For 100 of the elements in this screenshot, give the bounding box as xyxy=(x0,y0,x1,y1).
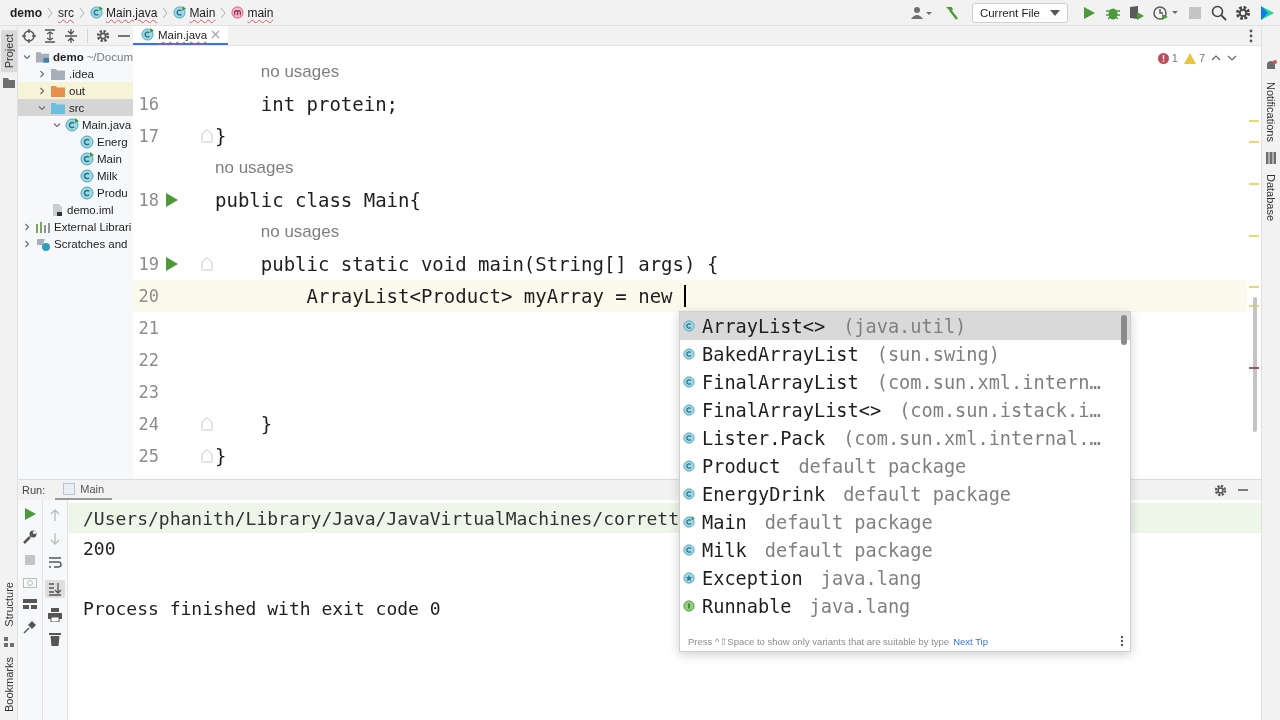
class-icon xyxy=(683,460,695,472)
tree-item[interactable]: Produ xyxy=(18,184,133,201)
line-number: 25 xyxy=(137,446,159,466)
text-caret xyxy=(684,285,686,307)
tree-item[interactable]: Energ xyxy=(18,133,133,150)
rerun-icon[interactable] xyxy=(24,508,36,520)
scrollbar-thumb[interactable] xyxy=(1121,315,1127,345)
class-icon xyxy=(683,376,695,388)
usage-hint[interactable]: no usages xyxy=(260,222,340,242)
completion-item[interactable]: FinalArrayList (com.sun.xml.intern… xyxy=(680,368,1130,396)
line-number: 24 xyxy=(137,414,159,434)
error-count[interactable]: 1 xyxy=(1157,52,1178,64)
breadcrumb-separator-icon xyxy=(79,6,85,19)
camera-icon[interactable] xyxy=(23,576,37,588)
tree-item[interactable]: demo.iml xyxy=(18,201,133,218)
code-line: } xyxy=(215,125,227,147)
run-tab[interactable]: Main xyxy=(55,480,113,500)
runnable-class-icon xyxy=(683,516,695,528)
usage-hint[interactable]: no usages xyxy=(260,62,340,82)
warning-count[interactable]: 7 xyxy=(1183,52,1205,64)
tree-item[interactable]: demo ~/Docum xyxy=(18,48,133,65)
class-icon xyxy=(683,544,695,556)
soft-wrap-icon[interactable] xyxy=(48,556,62,570)
class-icon xyxy=(683,320,695,332)
tool-window-tab[interactable]: Bookmarks xyxy=(0,652,17,716)
arrow-up-icon[interactable] xyxy=(50,508,60,522)
run-panel-label: Run: xyxy=(22,484,46,496)
tree-item[interactable]: Main xyxy=(18,150,133,167)
completion-item[interactable]: Runnable java.lang xyxy=(680,592,1130,620)
tool-window-tab[interactable]: Notifications xyxy=(1263,78,1279,146)
run-icon[interactable] xyxy=(166,257,178,271)
tree-item[interactable]: Main.java xyxy=(18,116,133,133)
breadcrumb[interactable]: Main xyxy=(173,5,216,20)
structure-icon xyxy=(3,636,14,647)
database-icon xyxy=(1266,151,1276,164)
code-line: int protein; xyxy=(259,93,399,115)
breadcrumb[interactable]: Main.java xyxy=(90,5,158,20)
scratches-icon xyxy=(35,236,51,251)
line-number: 18 xyxy=(137,190,159,210)
layout-icon[interactable] xyxy=(23,598,37,610)
console-output: Process finished with exit code 0 xyxy=(83,597,441,619)
completion-item[interactable]: Exception java.lang xyxy=(680,564,1130,592)
tool-window-tab[interactable]: Project xyxy=(0,30,17,73)
tree-item[interactable]: out xyxy=(18,82,133,99)
breadcrumb[interactable]: main xyxy=(231,5,274,20)
console-command-line: /Users/phanith/Library/Java/JavaVirtualMachines/corrett xyxy=(83,507,680,529)
line-number: 16 xyxy=(137,94,159,114)
chevron-right-icon[interactable] xyxy=(37,68,47,79)
file-icon xyxy=(50,202,64,217)
completion-item[interactable]: Product default package xyxy=(680,452,1130,480)
run-icon[interactable] xyxy=(166,193,178,207)
code-line: } xyxy=(259,413,273,435)
tool-window-tab[interactable]: Structure xyxy=(0,578,17,631)
editor-tab[interactable]: Main.java xyxy=(133,26,229,45)
line-number: 23 xyxy=(137,382,159,402)
scroll-to-end-button[interactable] xyxy=(45,580,65,598)
breadcrumb-separator-icon xyxy=(162,6,169,19)
class-icon xyxy=(683,404,695,416)
wrench-icon[interactable] xyxy=(23,530,37,544)
console-icon xyxy=(63,483,76,495)
tree-item[interactable]: Scratches and xyxy=(18,235,133,252)
tool-window-tab[interactable]: Database xyxy=(1263,169,1279,225)
completion-item[interactable]: ArrayList<> (java.util) xyxy=(680,312,1130,340)
trash-icon[interactable] xyxy=(49,632,61,646)
tree-item[interactable]: External Librari xyxy=(18,218,133,235)
print-icon[interactable] xyxy=(48,608,62,622)
usage-hint[interactable]: no usages xyxy=(215,158,294,178)
chevron-right-icon[interactable] xyxy=(22,221,32,232)
code-line: } xyxy=(215,445,227,467)
module-folder-icon xyxy=(35,49,50,64)
run-configuration-dropdown[interactable]: Current File xyxy=(971,2,1068,23)
completion-item[interactable]: Main default package xyxy=(680,508,1130,536)
breadcrumb[interactable]: demo xyxy=(10,5,42,20)
completion-item[interactable]: BakedArrayList (sun.swing) xyxy=(680,340,1130,368)
chevron-right-icon[interactable] xyxy=(37,85,47,96)
locate-icon[interactable] xyxy=(20,26,38,45)
breadcrumb[interactable]: src xyxy=(58,5,74,20)
tree-item[interactable]: Milk xyxy=(18,167,133,184)
completion-item[interactable]: Milk default package xyxy=(680,536,1130,564)
tree-item[interactable]: .idea xyxy=(18,65,133,82)
arrow-down-icon[interactable] xyxy=(50,532,60,546)
more-icon[interactable] xyxy=(1120,635,1124,647)
close-icon[interactable] xyxy=(211,30,221,39)
collapse-all-icon[interactable] xyxy=(62,26,80,45)
completion-item[interactable]: EnergyDrink default package xyxy=(680,480,1130,508)
completion-item[interactable]: Lister.Pack (com.sun.xml.internal.… xyxy=(680,424,1130,452)
libraries-icon xyxy=(35,219,51,234)
tree-item[interactable]: src xyxy=(18,99,133,116)
chevron-right-icon[interactable] xyxy=(22,238,32,249)
line-number: 22 xyxy=(137,350,159,370)
class-icon xyxy=(683,348,695,360)
next-tip-link[interactable]: Next Tip xyxy=(953,635,988,647)
completion-item[interactable]: FinalArrayList<> (com.sun.istack.i… xyxy=(680,396,1130,424)
pin-icon[interactable] xyxy=(23,620,37,634)
chevron-down-icon[interactable] xyxy=(1227,54,1237,62)
class-icon xyxy=(683,488,695,500)
settings-icon[interactable] xyxy=(1214,483,1227,497)
bell-icon xyxy=(1265,60,1277,72)
more-icon[interactable] xyxy=(1249,28,1253,43)
chevron-up-icon[interactable] xyxy=(1211,54,1221,62)
